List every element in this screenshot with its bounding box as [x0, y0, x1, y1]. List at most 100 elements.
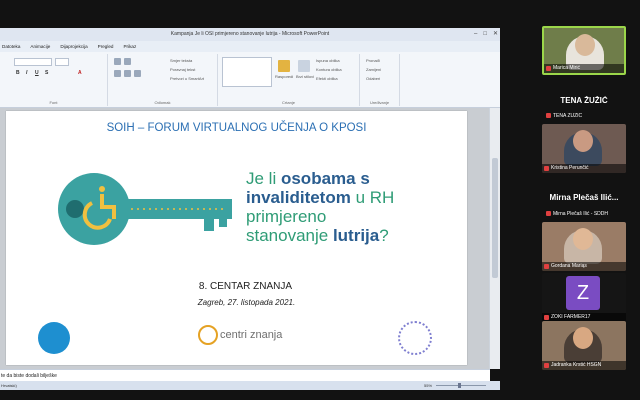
align-text-button[interactable]: Poravnaj tekst: [170, 67, 195, 72]
arrange-icon[interactable]: [278, 60, 290, 72]
underline-button[interactable]: U: [35, 70, 39, 76]
mic-muted-icon: [544, 315, 549, 320]
vertical-scrollbar[interactable]: [489, 108, 500, 369]
italic-button[interactable]: I: [26, 70, 27, 76]
tab-review[interactable]: Pregled: [98, 44, 114, 49]
tab-animations[interactable]: Animacije: [30, 44, 50, 49]
participant-sub-mirna: Mirna Plečaš Ilić - SDDH: [542, 211, 626, 217]
slide-canvas-area: SOIH – FORUM VIRTUALNOG UČENJA O KPOSI J…: [0, 108, 500, 369]
avatar-head: [573, 327, 593, 349]
numbering-icon[interactable]: [124, 58, 131, 65]
q-line4-a: stanovanje: [246, 226, 333, 245]
participant-tile-marica[interactable]: Marica Mirić: [542, 26, 626, 75]
select-button[interactable]: Odaberi: [366, 76, 380, 81]
editing-group: Pronađi Zamijeni Odaberi Uređivanje: [360, 54, 400, 106]
participant-tile-zoki[interactable]: Z ZOKI FARMER17: [542, 273, 626, 322]
meeting-stage: Kampanja Je li OSI primjereno stanovanje…: [0, 0, 640, 400]
font-name-box[interactable]: [14, 58, 52, 66]
participant-name: Jadranka Krstić HSGN: [542, 361, 626, 370]
centri-znanja-ring-icon: [198, 325, 218, 345]
slide-event-title: 8. CENTAR ZNANJA: [198, 281, 293, 292]
replace-button[interactable]: Zamijeni: [366, 67, 381, 72]
participant-heading-tena: TENA ŽUŽIĆ: [560, 96, 608, 105]
participant-tile-gordana[interactable]: Gordana Mariąs: [542, 222, 626, 271]
quick-styles-button[interactable]: Brzi stilovi: [296, 74, 314, 79]
notes-pane[interactable]: te da biste dodali bilješke: [0, 369, 490, 381]
status-bar: Hrvatski) 55%: [0, 381, 500, 390]
font-color-button[interactable]: A: [78, 70, 82, 76]
font-group: B I U S A Font: [0, 54, 108, 106]
font-size-box[interactable]: [55, 58, 69, 66]
zoom-level: 55%: [424, 383, 433, 388]
align-left-icon[interactable]: [114, 70, 121, 77]
window-title: Kampanja Je li OSI primjereno stanovanje…: [170, 31, 330, 37]
zoom-slider-knob[interactable]: [458, 383, 461, 388]
strikethrough-button[interactable]: S: [45, 70, 48, 76]
mic-muted-icon: [544, 166, 549, 171]
bullets-icon[interactable]: [114, 58, 121, 65]
mic-muted-icon: [546, 66, 551, 71]
initial-avatar: Z: [566, 276, 600, 310]
participant-tile-jadranka[interactable]: Jadranka Krstić HSGN: [542, 321, 626, 370]
slide[interactable]: SOIH – FORUM VIRTUALNOG UČENJA O KPOSI J…: [6, 111, 467, 365]
mic-muted-icon: [546, 211, 551, 216]
q-line4-c: ?: [379, 226, 389, 245]
align-right-icon[interactable]: [134, 70, 141, 77]
participant-name: Mirna Plečaš Ilić - SDDH: [553, 211, 609, 217]
drawing-group: Rasporedi Brzi stilovi Ispuna oblika Kon…: [218, 54, 360, 106]
bold-button[interactable]: B: [16, 70, 20, 76]
centri-znanja-text: centri znanja: [220, 328, 283, 341]
key-accessibility-icon: [58, 173, 232, 245]
avatar-head: [573, 130, 593, 152]
mic-muted-icon: [544, 264, 549, 269]
q-line2-b: u RH: [350, 188, 395, 207]
participant-name: Marica Mirić: [544, 64, 624, 73]
minimize-button[interactable]: –: [474, 30, 477, 38]
tab-view[interactable]: Prikaz: [123, 44, 136, 49]
close-button[interactable]: ✕: [493, 30, 498, 38]
partner-logo: [398, 321, 432, 355]
align-center-icon[interactable]: [124, 70, 131, 77]
mic-muted-icon: [544, 363, 549, 368]
shape-outline-button[interactable]: Kontura oblika: [316, 67, 342, 72]
zoom-slider[interactable]: [436, 385, 486, 386]
drawing-group-label: Crtanje: [282, 100, 295, 105]
slide-question: Je li osobama s invaliditetom u RH primj…: [246, 169, 394, 245]
shape-effects-button[interactable]: Efekti oblika: [316, 76, 338, 81]
tab-file[interactable]: Datoteka: [2, 44, 20, 49]
scrollbar-thumb[interactable]: [492, 158, 498, 278]
mic-muted-icon: [546, 113, 551, 118]
editing-group-label: Uređivanje: [369, 100, 390, 105]
paragraph-group-label: Odlomak: [154, 100, 171, 105]
participant-name: Gordana Mariąs: [542, 262, 626, 271]
window-titlebar: Kampanja Je li OSI primjereno stanovanje…: [0, 28, 500, 41]
tab-slideshow[interactable]: Dijaprojekcija: [60, 44, 87, 49]
paragraph-group: Smjer teksta Poravnaj tekst Pretvori u S…: [108, 54, 218, 106]
slide-date: Zagreb, 27. listopada 2021.: [197, 298, 296, 307]
participant-name: Kristina Perunčić: [542, 164, 626, 173]
avatar-head: [575, 34, 595, 56]
q-line1-a: Je li: [246, 169, 281, 188]
q-line3: primjereno: [246, 207, 327, 226]
avatar-head: [573, 228, 593, 250]
soih-logo: [38, 322, 70, 354]
shape-fill-button[interactable]: Ispuna oblika: [316, 58, 340, 63]
font-group-label: Font: [49, 100, 58, 105]
maximize-button[interactable]: □: [483, 30, 487, 38]
shapes-gallery[interactable]: [222, 57, 272, 87]
text-direction-button[interactable]: Smjer teksta: [170, 58, 192, 63]
arrange-button[interactable]: Rasporedi: [275, 74, 293, 79]
q-line1-b: osobama s: [280, 169, 370, 188]
convert-smartart-button[interactable]: Pretvori u SmartArt: [170, 76, 204, 81]
participant-tile-kristina[interactable]: Kristina Perunčić: [542, 124, 626, 173]
participant-heading-mirna: Mirna Plečaš Ilić...: [549, 193, 619, 202]
quick-styles-icon[interactable]: [298, 60, 310, 72]
shared-powerpoint-window: Kampanja Je li OSI primjereno stanovanje…: [0, 28, 500, 390]
q-line4-b: lutrija: [332, 226, 380, 245]
language-status: Hrvatski): [1, 383, 17, 388]
ribbon: B I U S A Font Smjer teksta Poravnaj tek…: [0, 52, 500, 108]
q-line2-a: invaliditetom: [246, 188, 351, 207]
find-button[interactable]: Pronađi: [366, 58, 380, 63]
centri-znanja-logo: centri znanja: [198, 325, 282, 345]
slide-header: SOIH – FORUM VIRTUALNOG UČENJA O KPOSI: [106, 122, 367, 134]
